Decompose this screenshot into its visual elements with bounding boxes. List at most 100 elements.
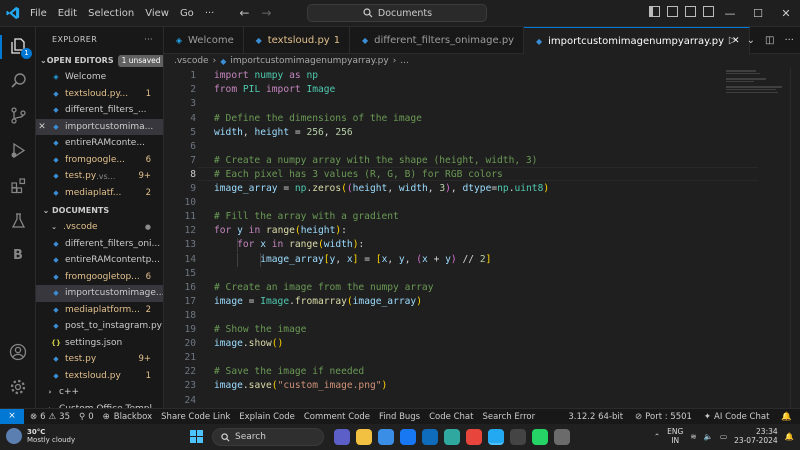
- editor-tab[interactable]: ◆ different_filters_onimage.py: [350, 27, 525, 54]
- facebook-icon[interactable]: [400, 429, 416, 445]
- forward-arrow-icon[interactable]: →: [261, 6, 271, 20]
- clock[interactable]: 23:34 23-07-2024: [734, 427, 778, 445]
- file-tree-item[interactable]: › c++: [36, 384, 163, 401]
- manage-gear-icon[interactable]: [8, 377, 28, 397]
- split-editor-icon[interactable]: ◫: [765, 35, 774, 46]
- file-tree-item[interactable]: ◆ post_to_instagram.py: [36, 318, 163, 335]
- open-editor-item[interactable]: ◆ test.py .vs... 9+: [36, 168, 163, 185]
- file-tree-item[interactable]: ◆ entireRAMcontentp...: [36, 252, 163, 269]
- accounts-icon[interactable]: [8, 342, 28, 362]
- close-editor-icon[interactable]: ✕: [36, 122, 48, 132]
- notifications-bell-icon[interactable]: 🔔: [781, 412, 792, 422]
- menu-view[interactable]: View: [145, 8, 169, 19]
- explorer-more-icon[interactable]: ···: [144, 27, 153, 53]
- wifi-icon[interactable]: ≋: [690, 432, 696, 441]
- tray-chevron-up-icon[interactable]: ⌃: [654, 432, 660, 441]
- settings-icon[interactable]: [554, 429, 570, 445]
- file-tree-item[interactable]: ◆ different_filters_oni...: [36, 236, 163, 253]
- editor-tab[interactable]: ◆ importcustomimagenumpyarray.py ✕: [524, 27, 750, 54]
- toggle-secondary-sidebar-icon[interactable]: [685, 6, 696, 17]
- command-center-search[interactable]: Documents: [307, 4, 488, 22]
- status-action-share-code-link[interactable]: Share Code Link: [161, 412, 230, 422]
- back-arrow-icon[interactable]: ←: [239, 6, 249, 20]
- weather-widget[interactable]: 30°C Mostly cloudy: [6, 428, 75, 444]
- open-editor-item[interactable]: ✕ ◆ importcustomima...: [36, 118, 163, 135]
- close-window-button[interactable]: ✕: [772, 0, 800, 27]
- menu-file[interactable]: File: [30, 8, 47, 19]
- file-tree-item[interactable]: ◆ textsloud.py 1: [36, 368, 163, 385]
- toggle-primary-sidebar-icon[interactable]: [649, 6, 660, 17]
- status-action-explain-code[interactable]: Explain Code: [239, 412, 295, 422]
- status-action-code-chat[interactable]: Code Chat: [429, 412, 473, 422]
- status-action-find-bugs[interactable]: Find Bugs: [379, 412, 420, 422]
- breadcrumb-folder[interactable]: .vscode: [174, 56, 209, 66]
- run-debug-icon[interactable]: [8, 140, 28, 160]
- file-tree-item[interactable]: ◆ fromgoogletop... 6: [36, 269, 163, 286]
- extensions-icon[interactable]: [8, 175, 28, 195]
- menu-selection[interactable]: Selection: [88, 8, 134, 19]
- open-editor-item[interactable]: ◆ mediaplatf... 2: [36, 185, 163, 202]
- more-actions-icon[interactable]: ···: [784, 35, 794, 46]
- open-editor-item[interactable]: ◈ Welcome: [36, 69, 163, 86]
- menu-more[interactable]: ···: [205, 8, 215, 19]
- battery-icon[interactable]: ▭: [720, 432, 727, 441]
- open-editor-item[interactable]: ◆ textsloud.py... 1: [36, 86, 163, 103]
- minimize-button[interactable]: —: [716, 0, 744, 27]
- run-python-file-icon[interactable]: ▷: [729, 35, 737, 46]
- explorer-files-icon[interactable]: 1: [8, 36, 32, 59]
- menu-go[interactable]: Go: [180, 8, 194, 19]
- customize-layout-icon[interactable]: [703, 6, 714, 17]
- blackbox-status-icon[interactable]: ⊕: [103, 412, 110, 422]
- search-activity-icon[interactable]: [8, 70, 28, 90]
- ports-indicator[interactable]: ⚲ 0: [79, 412, 94, 422]
- open-editors-header[interactable]: ⌄ OPEN EDITORS 1 unsaved: [36, 53, 163, 69]
- outlook-icon[interactable]: [422, 429, 438, 445]
- chrome-icon[interactable]: [466, 429, 482, 445]
- teams-icon[interactable]: [334, 429, 350, 445]
- volume-icon[interactable]: 🔈: [704, 432, 713, 441]
- file-tree-item[interactable]: ◆ mediaplatform... 2: [36, 302, 163, 319]
- open-editor-item[interactable]: ◆ entireRAMconte...: [36, 135, 163, 152]
- notification-center-icon[interactable]: 🔔: [785, 432, 794, 441]
- open-editor-item[interactable]: ◆ fromgoogle... 6: [36, 152, 163, 169]
- breadcrumb-symbols[interactable]: ...: [400, 56, 409, 66]
- live-server-port[interactable]: ⊘ Port : 5501: [635, 412, 692, 422]
- terminal-icon[interactable]: [510, 429, 526, 445]
- language-indicator[interactable]: ENG IN: [667, 427, 683, 445]
- file-explorer-icon[interactable]: [356, 429, 372, 445]
- toggle-panel-icon[interactable]: [667, 6, 678, 17]
- whatsapp-icon[interactable]: [532, 429, 548, 445]
- minimap[interactable]: [726, 70, 786, 100]
- status-action-blackbox[interactable]: Blackbox: [114, 412, 152, 422]
- python-interpreter[interactable]: 3.12.2 64-bit: [568, 412, 623, 422]
- menu-edit[interactable]: Edit: [58, 8, 77, 19]
- breadcrumb-file[interactable]: importcustomimagenumpyarray.py: [230, 56, 388, 66]
- file-tree-item[interactable]: ◆ importcustomimage...: [36, 285, 163, 302]
- run-dropdown-chevron-icon[interactable]: ⌄: [747, 35, 755, 46]
- error-count: 6: [40, 411, 46, 422]
- problems-indicator[interactable]: ⊗ 6 ⚠ 35: [30, 412, 70, 422]
- vertical-scrollbar[interactable]: [790, 68, 800, 408]
- vscode-taskbar-icon[interactable]: [488, 429, 504, 445]
- file-tree-item[interactable]: ⌄ .vscode ●: [36, 219, 163, 236]
- file-tree-item[interactable]: ›Custom Office Templ...: [36, 401, 163, 408]
- documents-header[interactable]: ⌄ DOCUMENTS: [36, 203, 163, 219]
- blackbox-icon[interactable]: B: [8, 245, 28, 265]
- edge-icon[interactable]: [444, 429, 460, 445]
- taskbar-search[interactable]: Search: [212, 428, 324, 446]
- ai-code-chat[interactable]: ✦ AI Code Chat: [704, 412, 769, 422]
- editor-tab[interactable]: ◆ textsloud.py 1: [244, 27, 351, 54]
- source-control-icon[interactable]: [8, 105, 28, 125]
- photos-icon[interactable]: [378, 429, 394, 445]
- code-editor[interactable]: 1 import numpy as np 2 from PIL import Imag…: [164, 68, 800, 408]
- status-action-comment-code[interactable]: Comment Code: [304, 412, 370, 422]
- editor-tab[interactable]: ◈ Welcome: [164, 27, 244, 54]
- file-tree-item[interactable]: {} settings.json: [36, 335, 163, 352]
- remote-indicator-icon[interactable]: ⨯: [0, 408, 24, 425]
- maximize-button[interactable]: ☐: [744, 0, 772, 27]
- flask-testing-icon[interactable]: [8, 210, 28, 230]
- open-editor-item[interactable]: ◆ different_filters_...: [36, 102, 163, 119]
- file-tree-item[interactable]: ◆ test.py 9+: [36, 351, 163, 368]
- status-action-search-error[interactable]: Search Error: [482, 412, 535, 422]
- windows-start-icon[interactable]: [190, 430, 203, 443]
